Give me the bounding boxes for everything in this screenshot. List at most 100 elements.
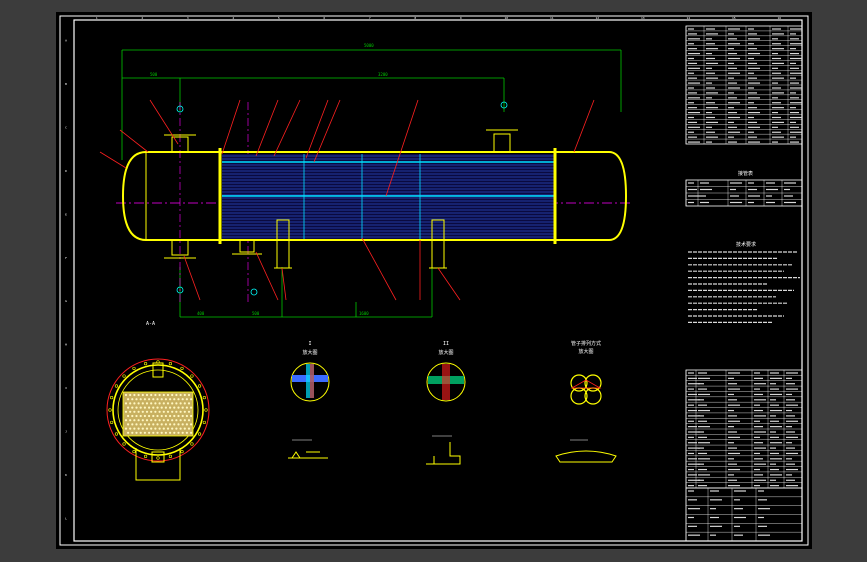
- tube-hole: [150, 393, 153, 397]
- tube-hole: [181, 414, 184, 418]
- tube-hole: [162, 393, 165, 397]
- tube-hole: [169, 423, 172, 426]
- tube-hole: [131, 398, 134, 401]
- bolt-hole: [110, 395, 114, 400]
- tube-hole: [190, 414, 193, 418]
- tube-hole: [133, 393, 136, 397]
- tube-hole: [148, 398, 151, 401]
- row-marker: K: [65, 473, 67, 477]
- tube-hole: [131, 414, 134, 418]
- tube-hole: [143, 406, 146, 409]
- bolt-hole: [204, 408, 208, 412]
- tube-hole: [129, 427, 132, 430]
- tube-hole: [133, 402, 136, 405]
- tube-hole: [135, 423, 138, 426]
- tube-hole: [166, 419, 170, 422]
- tube-hole: [162, 427, 165, 430]
- right-tables: 接管表 技术要求: [685, 25, 803, 542]
- tube-hole: [154, 419, 157, 422]
- tube-hole: [139, 398, 142, 401]
- tube-hole: [166, 402, 170, 405]
- row-marker: J: [65, 429, 67, 433]
- column-marker: 14: [686, 16, 690, 20]
- tube-hole: [152, 431, 155, 434]
- tube-hole: [164, 431, 167, 434]
- tube-hole: [148, 423, 151, 426]
- tube-hole: [187, 410, 191, 413]
- tube-hole: [129, 410, 132, 413]
- bolt-hole: [202, 395, 206, 400]
- tube-hole: [179, 427, 182, 430]
- tube-hole: [169, 431, 172, 434]
- tube-hole: [127, 423, 130, 426]
- tube-hole: [137, 419, 140, 422]
- bolt-hole: [114, 384, 119, 388]
- tube-hole: [148, 406, 151, 409]
- tube-hole: [187, 419, 191, 422]
- tube-hole: [177, 423, 180, 426]
- tube-hole: [154, 410, 157, 413]
- tube-hole: [131, 423, 134, 426]
- tube-hole: [158, 419, 161, 422]
- bolt-hole: [110, 420, 114, 425]
- tube-hole: [190, 406, 193, 409]
- tube-hole: [127, 406, 130, 409]
- detail-ii-weld-section: [426, 442, 461, 465]
- tube-hole: [143, 423, 146, 426]
- tube-hole: [139, 414, 142, 418]
- section-a-label: A-A: [146, 321, 155, 327]
- tube-hole: [175, 410, 178, 413]
- tube-hole: [183, 393, 186, 397]
- tube-hole: [150, 427, 153, 430]
- tube-hole: [150, 419, 153, 422]
- bolt-hole: [197, 432, 202, 436]
- row-markers: A B C D E F G H I J K L: [65, 39, 67, 521]
- tube-hole: [137, 410, 140, 413]
- tube-hole: [135, 406, 138, 409]
- column-marker: 5: [278, 16, 280, 20]
- row-marker: G: [65, 299, 67, 303]
- tube-hole: [177, 398, 180, 401]
- bolt-hole: [122, 374, 126, 378]
- column-marker: 8: [414, 16, 416, 20]
- nozzle-table-title: 接管表: [738, 170, 753, 177]
- tube-hole: [173, 406, 176, 409]
- tube-hole: [129, 419, 132, 422]
- tube-hole: [152, 398, 155, 401]
- tube-hole: [135, 414, 138, 418]
- tube-hole: [185, 414, 188, 418]
- tube-bundle-area: [222, 154, 555, 240]
- tube-hole: [187, 427, 191, 430]
- tube-hole: [169, 414, 172, 418]
- tube-hole: [175, 402, 178, 405]
- bolt-hole: [143, 454, 148, 458]
- tube-hole: [143, 398, 146, 401]
- tube-hole: [156, 398, 159, 401]
- tube-layout-title-2: 放大图: [578, 348, 593, 355]
- tube-hole: [173, 414, 176, 418]
- tube-hole: [152, 423, 155, 426]
- bolt-hole: [132, 449, 136, 454]
- tube-hole: [154, 393, 157, 397]
- tube-hole: [135, 431, 138, 434]
- detail-i-title: 放大图: [302, 349, 317, 356]
- tube-hole: [179, 402, 182, 405]
- tube-hole: [148, 431, 151, 434]
- tube-hole: [162, 402, 165, 405]
- column-marker: 16: [777, 16, 781, 20]
- tube-hole: [187, 393, 191, 397]
- drawing-sheet: 1 2 3 4 5 6 7 8 9 10 11 12 13 14 15 16 ABCDEFGHIJKL 500…: [56, 12, 812, 549]
- tube-hole: [166, 410, 170, 413]
- tube-hole: [183, 419, 186, 422]
- row-marker: L: [65, 516, 67, 520]
- bolt-hole: [168, 362, 173, 366]
- tube-layout-title-1: 管子排列方式: [571, 340, 601, 347]
- tube-hole: [171, 410, 174, 413]
- column-marker: 10: [504, 16, 508, 20]
- tube-hole: [124, 402, 128, 405]
- tube-hole: [133, 410, 136, 413]
- tube-hole: [160, 398, 163, 401]
- detail-ii-roman: II: [443, 341, 449, 347]
- tube-hole: [183, 427, 186, 430]
- bolt-hole: [190, 442, 194, 446]
